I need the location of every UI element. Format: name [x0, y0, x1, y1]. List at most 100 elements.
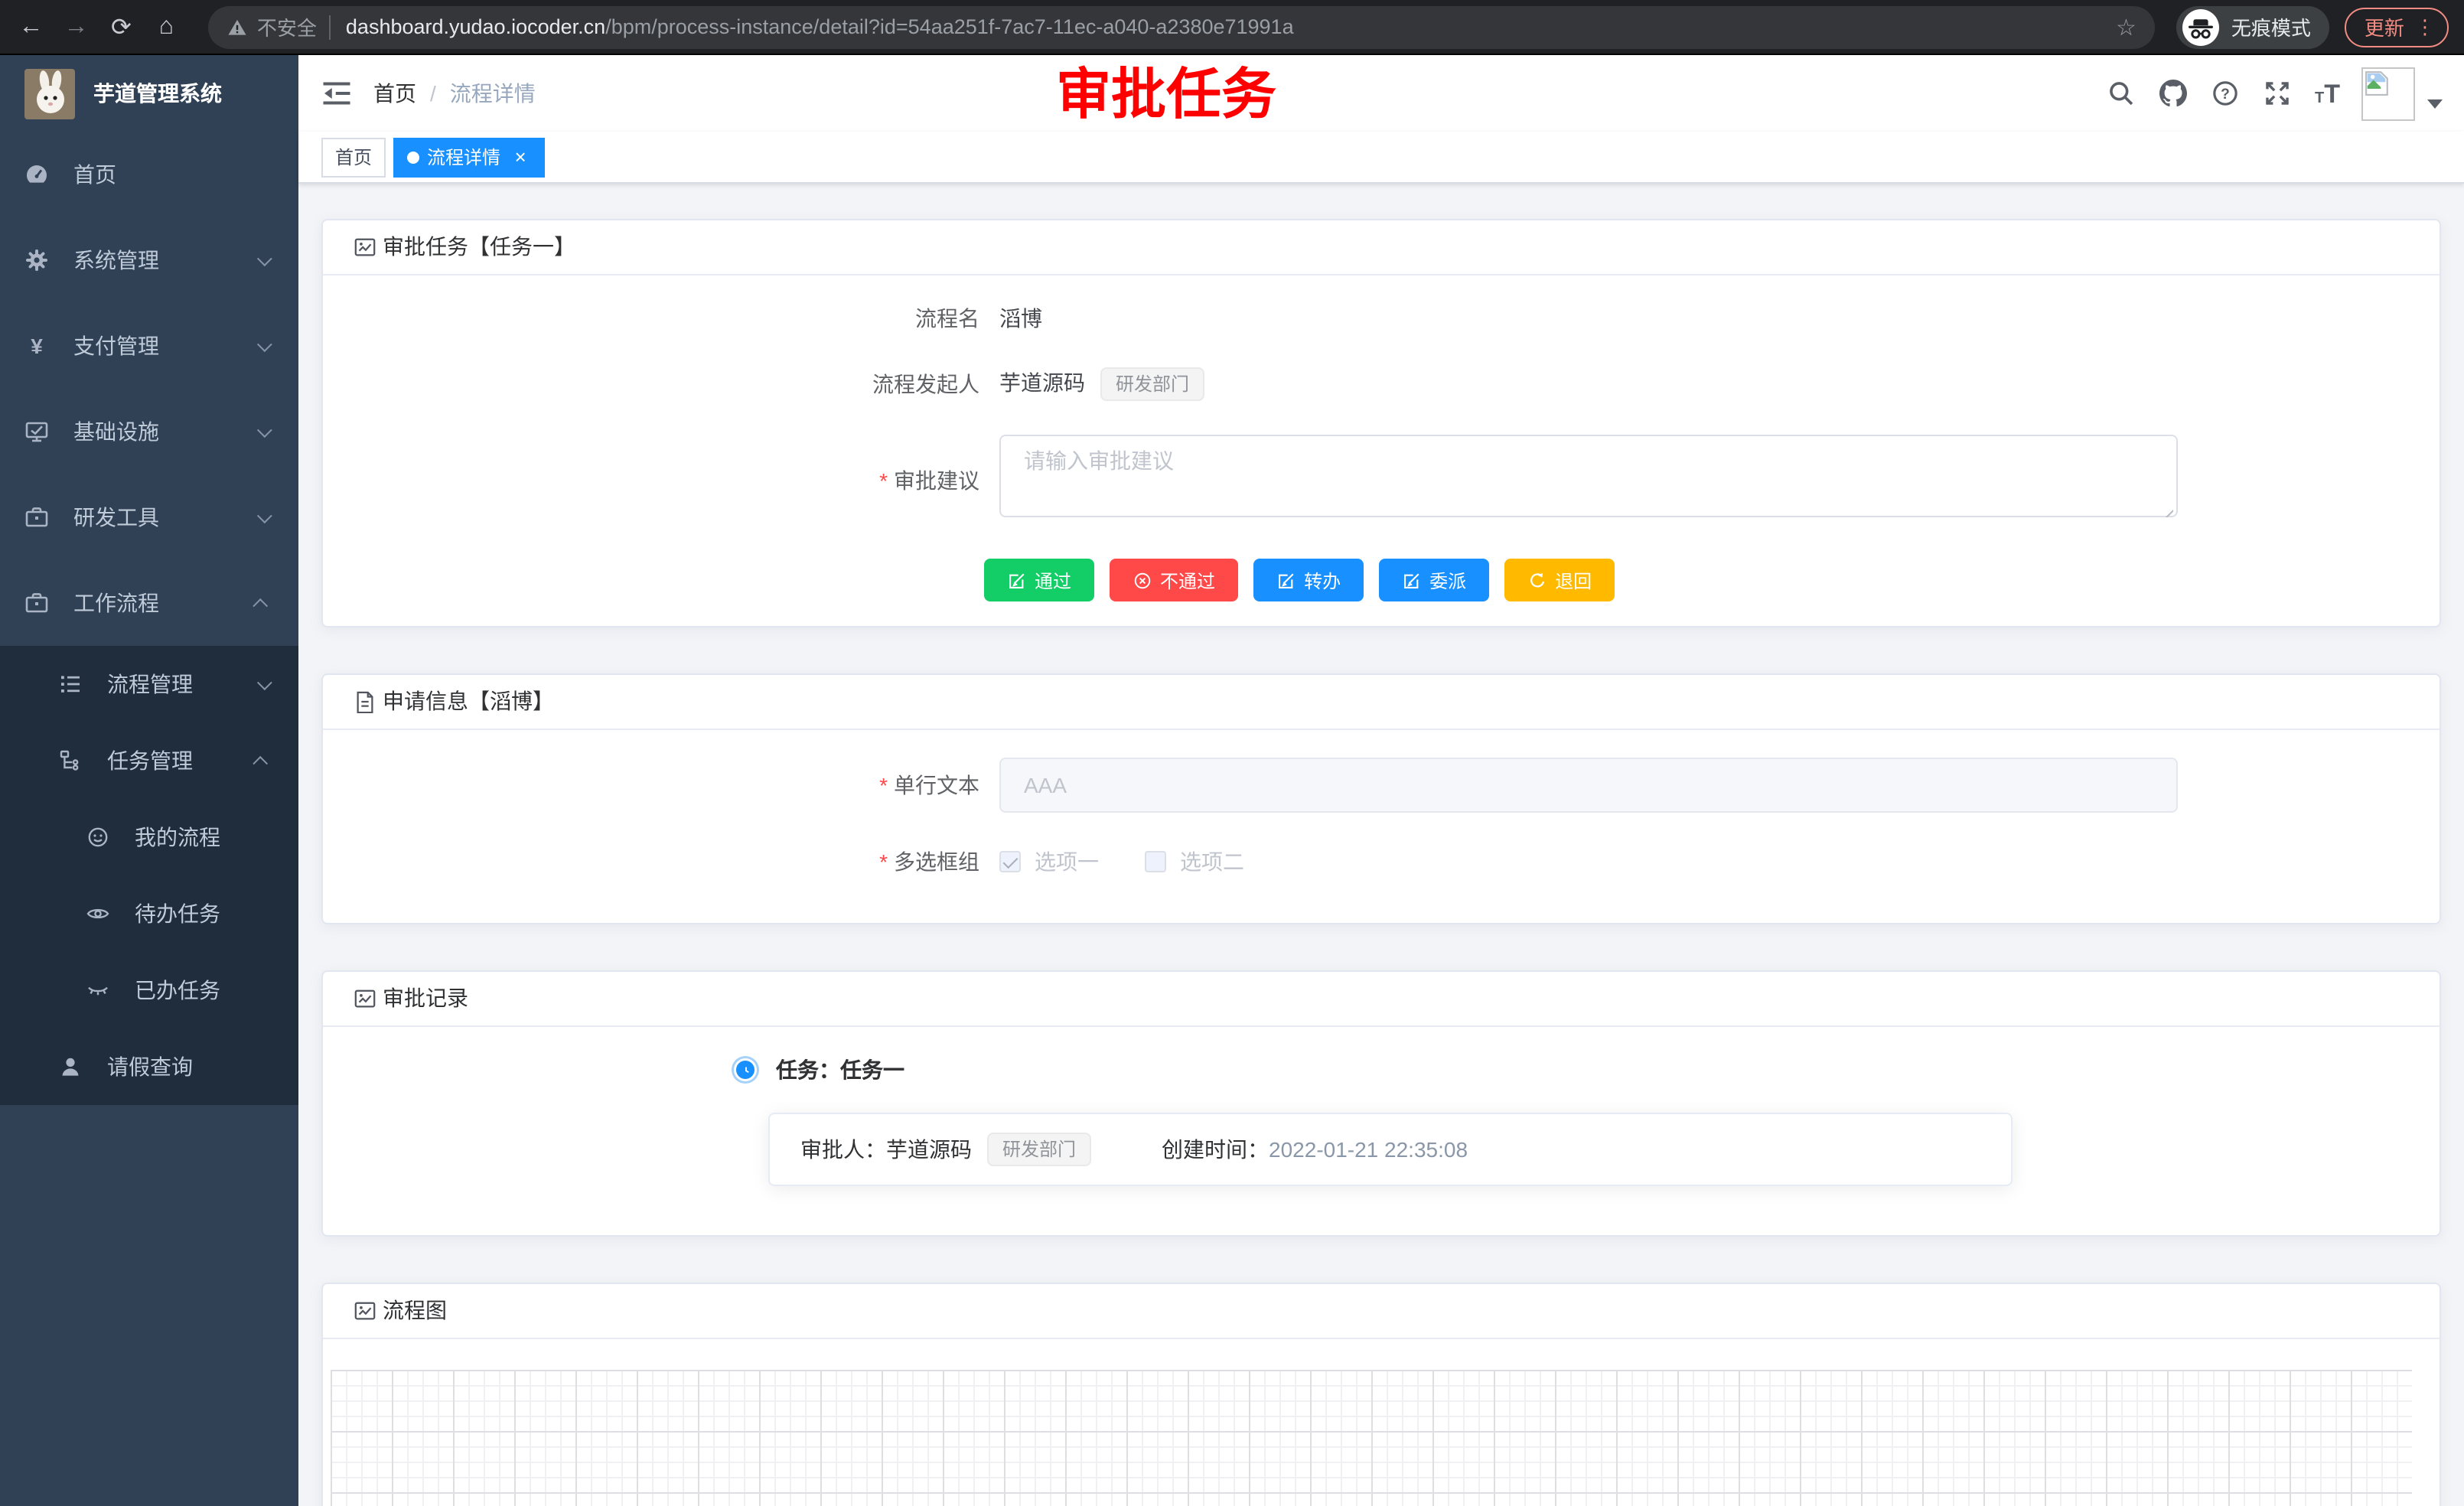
task-title: 任务：任务一 — [776, 1055, 904, 1086]
edit-icon — [1402, 571, 1422, 591]
sidebar-item-workflow[interactable]: 工作流程 — [0, 560, 298, 646]
tab-home[interactable]: 首页 — [321, 137, 386, 177]
avatar-dropdown-caret[interactable] — [2427, 99, 2443, 109]
sidebar-item-task-management[interactable]: 任务管理 — [0, 722, 298, 799]
breadcrumb-current: 流程详情 — [450, 78, 536, 109]
picture-icon — [354, 1300, 376, 1323]
sidebar-item-dev-tools[interactable]: 研发工具 — [0, 474, 298, 560]
reload-icon[interactable]: ⟳ — [106, 7, 137, 47]
home-icon[interactable]: ⌂ — [151, 7, 182, 47]
card-header: 申请信息【滔博】 — [323, 676, 2440, 731]
transfer-button[interactable]: 转办 — [1253, 559, 1364, 602]
checkbox-group-row: *多选框组 选项一 选项二 — [354, 847, 2409, 878]
eye-closed-icon — [86, 978, 110, 1002]
avatar[interactable] — [2361, 67, 2415, 120]
chevron-down-icon — [257, 422, 272, 437]
divider — [329, 15, 331, 39]
address-bar[interactable]: 不安全 dashboard.yudao.iocoder.cn/bpm/proce… — [208, 5, 2155, 48]
warning-icon — [227, 16, 248, 37]
card-title: 流程图 — [383, 1297, 447, 1326]
active-tab-dot — [407, 151, 419, 163]
search-icon[interactable] — [2107, 80, 2134, 107]
approval-task-card: 审批任务【任务一】 流程名 滔博 流程发起人 芋道源码研发部门 — [321, 219, 2441, 628]
suggestion-row: *审批建议 — [354, 435, 2409, 526]
sidebar-item-payment[interactable]: ¥ 支付管理 — [0, 303, 298, 389]
dashboard-icon — [24, 162, 49, 187]
single-line-text-input: AAA — [999, 758, 2178, 813]
required-asterisk: * — [879, 468, 888, 493]
bpmn-canvas[interactable] — [331, 1371, 2412, 1506]
workflow-submenu: 流程管理 任务管理 我的流程 待办任务 已办 — [0, 646, 298, 1105]
page-content: 审批任务【任务一】 流程名 滔博 流程发起人 芋道源码研发部门 — [298, 184, 2464, 1506]
dept-tag: 研发部门 — [1100, 368, 1204, 402]
sidebar-item-done-tasks[interactable]: 已办任务 — [0, 952, 298, 1028]
app-logo-row[interactable]: 芋道管理系统 — [0, 55, 298, 132]
back-icon[interactable]: ← — [15, 7, 47, 47]
process-name-row: 流程名 滔博 — [354, 303, 2409, 334]
return-button[interactable]: 退回 — [1504, 559, 1615, 602]
font-size-icon[interactable]: TT — [2315, 80, 2340, 106]
flow-diagram-card: 流程图 — [321, 1283, 2441, 1506]
incognito-badge: 无痕模式 — [2176, 5, 2329, 48]
screen: ← → ⟳ ⌂ 不安全 dashboard.yudao.iocoder.cn/b… — [0, 0, 2464, 1506]
approval-record: 审批人： 芋道源码 研发部门 创建时间： 2022-01-21 22:35:08 — [768, 1113, 2013, 1187]
incognito-icon — [2182, 8, 2219, 45]
sidebar-collapse-icon[interactable] — [321, 78, 352, 109]
assignee-label: 审批人： — [800, 1135, 886, 1165]
tree-icon — [58, 748, 83, 773]
incognito-label: 无痕模式 — [2231, 12, 2311, 41]
main-area: 首页 / 流程详情 审批任务 ? TT — [298, 55, 2464, 1506]
process-name-value: 滔博 — [999, 303, 1042, 334]
dept-tag: 研发部门 — [987, 1133, 1091, 1167]
tab-process-detail[interactable]: 流程详情 × — [393, 137, 545, 177]
yen-icon: ¥ — [24, 334, 49, 358]
close-tab-icon[interactable]: × — [510, 147, 531, 167]
reject-button[interactable]: 不通过 — [1110, 559, 1238, 602]
breadcrumb-separator: / — [430, 81, 436, 106]
bookmark-star-icon[interactable]: ☆ — [2116, 13, 2136, 41]
delegate-button[interactable]: 委派 — [1379, 559, 1489, 602]
checkbox-unchecked-icon — [1145, 852, 1166, 873]
security-label[interactable]: 不安全 — [257, 12, 317, 41]
browser-menu-icon[interactable]: ⋮ — [2415, 15, 2435, 39]
forward-icon[interactable]: → — [60, 7, 92, 47]
initiator-row: 流程发起人 芋道源码研发部门 — [354, 367, 2409, 402]
card-title: 审批记录 — [383, 985, 468, 1014]
sidebar-item-infrastructure[interactable]: 基础设施 — [0, 389, 298, 474]
github-icon[interactable] — [2159, 80, 2186, 107]
required-asterisk: * — [879, 850, 888, 875]
sidebar-item-todo-tasks[interactable]: 待办任务 — [0, 875, 298, 952]
picture-icon — [354, 988, 376, 1011]
browser-toolbar: ← → ⟳ ⌂ 不安全 dashboard.yudao.iocoder.cn/b… — [0, 0, 2464, 55]
card-header: 流程图 — [323, 1285, 2440, 1340]
url-text: dashboard.yudao.iocoder.cn/bpm/process-i… — [346, 15, 2104, 38]
breadcrumb-home[interactable]: 首页 — [373, 78, 416, 109]
sidebar-item-process-management[interactable]: 流程管理 — [0, 646, 298, 722]
monitor-icon — [24, 419, 49, 444]
suggestion-textarea[interactable] — [999, 435, 2178, 518]
briefcase-icon — [24, 591, 49, 615]
approve-button[interactable]: 通过 — [984, 559, 1094, 602]
fullscreen-icon[interactable] — [2263, 80, 2290, 107]
breadcrumb: 首页 / 流程详情 — [373, 78, 536, 109]
circle-close-icon — [1133, 571, 1152, 591]
checkbox-checked-icon — [999, 852, 1021, 873]
edit-icon — [1007, 571, 1027, 591]
sidebar-item-my-process[interactable]: 我的流程 — [0, 799, 298, 875]
initiator-value: 芋道源码研发部门 — [999, 367, 1204, 402]
face-icon — [86, 825, 110, 849]
app-logo-rabbit — [24, 68, 75, 119]
chevron-down-icon — [257, 250, 272, 266]
approval-actions: 通过 不通过 转办 委 — [984, 559, 2409, 602]
help-icon[interactable]: ? — [2211, 80, 2238, 107]
chrome-update-button[interactable]: 更新 ⋮ — [2345, 7, 2449, 47]
sidebar-item-home[interactable]: 首页 — [0, 132, 298, 217]
created-time: 2022-01-21 22:35:08 — [1269, 1138, 1468, 1162]
sidebar-item-system[interactable]: 系统管理 — [0, 217, 298, 303]
card-title: 申请信息【滔博】 — [383, 688, 554, 717]
sidebar-item-leave-query[interactable]: 请假查询 — [0, 1028, 298, 1105]
page-title-annotation: 审批任务 — [1056, 67, 1276, 122]
navbar-right: ? TT — [2082, 67, 2464, 120]
assignee-value: 芋道源码 — [886, 1135, 972, 1165]
timeline-item: 任务：任务一 — [354, 1055, 2409, 1086]
